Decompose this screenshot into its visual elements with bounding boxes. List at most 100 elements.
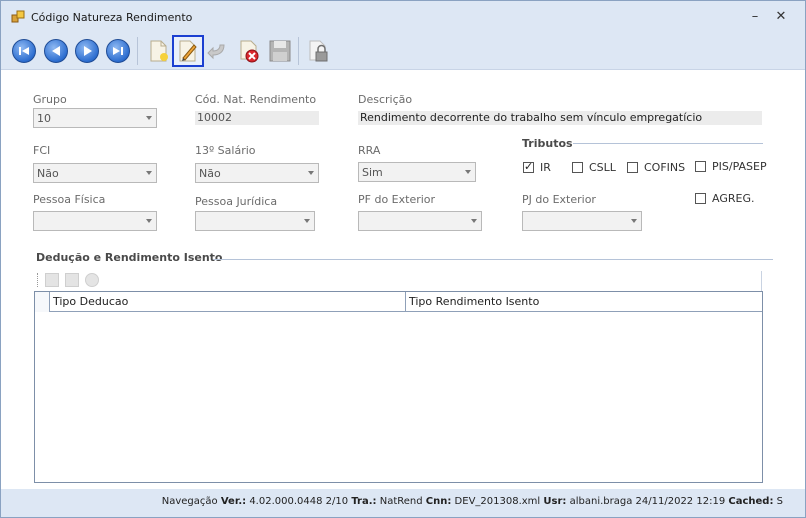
toolbar-separator bbox=[137, 37, 138, 65]
rra-value: Sim bbox=[362, 166, 383, 179]
page-value: 2/10 bbox=[325, 496, 349, 507]
save-disk-icon bbox=[269, 40, 291, 62]
toolbar-separator bbox=[298, 37, 299, 65]
column-tipo-deducao[interactable]: Tipo Deducao bbox=[50, 292, 406, 312]
deducao-divider bbox=[213, 259, 773, 260]
rra-combo[interactable]: Sim bbox=[358, 162, 476, 182]
save-button[interactable] bbox=[264, 35, 296, 67]
window-title: Código Natureza Rendimento bbox=[31, 11, 193, 24]
pf-exterior-label: PF do Exterior bbox=[358, 193, 436, 206]
decimo-terceiro-value: Não bbox=[199, 167, 221, 180]
descricao-label: Descrição bbox=[358, 93, 413, 106]
rra-label: RRA bbox=[358, 144, 381, 157]
app-icon bbox=[11, 10, 25, 23]
pis-pasep-checkbox[interactable]: PIS/PASEP bbox=[695, 160, 767, 173]
chevron-down-icon bbox=[631, 219, 637, 223]
agreg-check-box bbox=[695, 193, 706, 204]
last-record-icon bbox=[106, 39, 130, 63]
csll-check-box bbox=[572, 162, 583, 173]
nav-label: Navegação bbox=[161, 496, 218, 507]
deducao-title: Dedução e Rendimento Isento bbox=[36, 251, 223, 264]
tributos-title: Tributos bbox=[522, 137, 573, 150]
status-bar: Navegação Ver.: 4.02.000.0448 2/10 Tra.:… bbox=[1, 489, 805, 517]
lock-button[interactable] bbox=[303, 35, 335, 67]
edit-pencil-icon[interactable] bbox=[65, 273, 79, 287]
deducao-toolbar bbox=[37, 271, 99, 289]
delete-icon[interactable] bbox=[85, 273, 99, 287]
next-record-button[interactable] bbox=[71, 35, 103, 67]
status-text: Navegação Ver.: 4.02.000.0448 2/10 Tra.:… bbox=[162, 496, 783, 507]
decimo-terceiro-label: 13º Salário bbox=[195, 144, 256, 157]
new-document-icon bbox=[150, 40, 168, 62]
column-tipo-rendimento-isento[interactable]: Tipo Rendimento Isento bbox=[406, 292, 762, 312]
undo-arrow-icon bbox=[207, 44, 225, 60]
grupo-combo[interactable]: 10 bbox=[33, 108, 157, 128]
toolbar bbox=[1, 32, 805, 70]
cofins-label: COFINS bbox=[644, 161, 686, 174]
ir-label: IR bbox=[540, 161, 551, 174]
pj-exterior-label: PJ do Exterior bbox=[522, 193, 596, 206]
title-bar: Código Natureza Rendimento – ✕ bbox=[1, 1, 805, 32]
ver-label: Ver.: bbox=[220, 496, 247, 507]
chevron-down-icon bbox=[146, 171, 152, 175]
tributos-divider bbox=[573, 143, 763, 144]
cached-value: S bbox=[776, 496, 783, 507]
pf-exterior-combo[interactable] bbox=[358, 211, 482, 231]
ir-checkbox[interactable]: IR bbox=[523, 160, 551, 174]
date-value: 24/11/2022 bbox=[635, 496, 694, 507]
usr-label: Usr: bbox=[543, 496, 567, 507]
next-record-icon bbox=[75, 39, 99, 63]
toolbar-grip bbox=[37, 273, 39, 287]
cofins-checkbox[interactable]: COFINS bbox=[627, 161, 685, 174]
pis-pasep-check-box bbox=[695, 161, 706, 172]
chevron-down-icon bbox=[146, 219, 152, 223]
pj-exterior-combo[interactable] bbox=[522, 211, 642, 231]
chevron-down-icon bbox=[146, 116, 152, 120]
previous-record-button[interactable] bbox=[40, 35, 72, 67]
cod-nat-field[interactable]: 10002 bbox=[195, 111, 319, 125]
new-button[interactable] bbox=[142, 35, 174, 67]
decimo-terceiro-combo[interactable]: Não bbox=[195, 163, 319, 183]
tra-value: NatRend bbox=[379, 496, 423, 507]
undo-button[interactable] bbox=[202, 35, 234, 67]
time-value: 12:19 bbox=[696, 496, 726, 507]
edit-pencil-icon bbox=[179, 40, 197, 62]
delete-button[interactable] bbox=[233, 35, 265, 67]
usr-value: albani.braga bbox=[569, 496, 633, 507]
agreg-checkbox[interactable]: AGREG. bbox=[695, 192, 754, 205]
chevron-down-icon bbox=[471, 219, 477, 223]
fci-combo[interactable]: Não bbox=[33, 163, 157, 183]
deducao-border bbox=[761, 271, 762, 291]
grid-header: Tipo Deducao Tipo Rendimento Isento bbox=[35, 292, 762, 312]
cnn-label: Cnn: bbox=[425, 496, 452, 507]
pessoa-fisica-combo[interactable] bbox=[33, 211, 157, 231]
csll-label: CSLL bbox=[589, 161, 616, 174]
last-record-button[interactable] bbox=[102, 35, 134, 67]
csll-checkbox[interactable]: CSLL bbox=[572, 161, 616, 174]
pessoa-fisica-label: Pessoa Física bbox=[33, 193, 106, 206]
grupo-label: Grupo bbox=[33, 93, 67, 106]
tra-label: Tra.: bbox=[351, 496, 377, 507]
grid-row-header[interactable] bbox=[35, 292, 50, 312]
pessoa-juridica-label: Pessoa Jurídica bbox=[195, 195, 278, 208]
deducao-grid[interactable]: Tipo Deducao Tipo Rendimento Isento bbox=[34, 291, 763, 483]
ir-check-box bbox=[523, 160, 534, 173]
ver-value: 4.02.000.0448 bbox=[249, 496, 323, 507]
edit-button[interactable] bbox=[172, 35, 204, 67]
close-button[interactable]: ✕ bbox=[773, 9, 789, 25]
first-record-icon bbox=[12, 39, 36, 63]
fci-label: FCI bbox=[33, 144, 51, 157]
descricao-field[interactable]: Rendimento decorrente do trabalho sem ví… bbox=[358, 111, 762, 125]
first-record-button[interactable] bbox=[8, 35, 40, 67]
pessoa-juridica-combo[interactable] bbox=[195, 211, 315, 231]
cofins-check-box bbox=[627, 162, 638, 173]
lock-icon bbox=[309, 40, 328, 62]
fci-value: Não bbox=[37, 167, 59, 180]
minimize-button[interactable]: – bbox=[747, 9, 763, 25]
chevron-down-icon bbox=[304, 219, 310, 223]
main-window: Código Natureza Rendimento – ✕ Grupo 10 … bbox=[0, 0, 806, 518]
agreg-label: AGREG. bbox=[712, 192, 755, 205]
pis-pasep-label: PIS/PASEP bbox=[712, 160, 767, 173]
new-document-icon[interactable] bbox=[45, 273, 59, 287]
previous-record-icon bbox=[44, 39, 68, 63]
